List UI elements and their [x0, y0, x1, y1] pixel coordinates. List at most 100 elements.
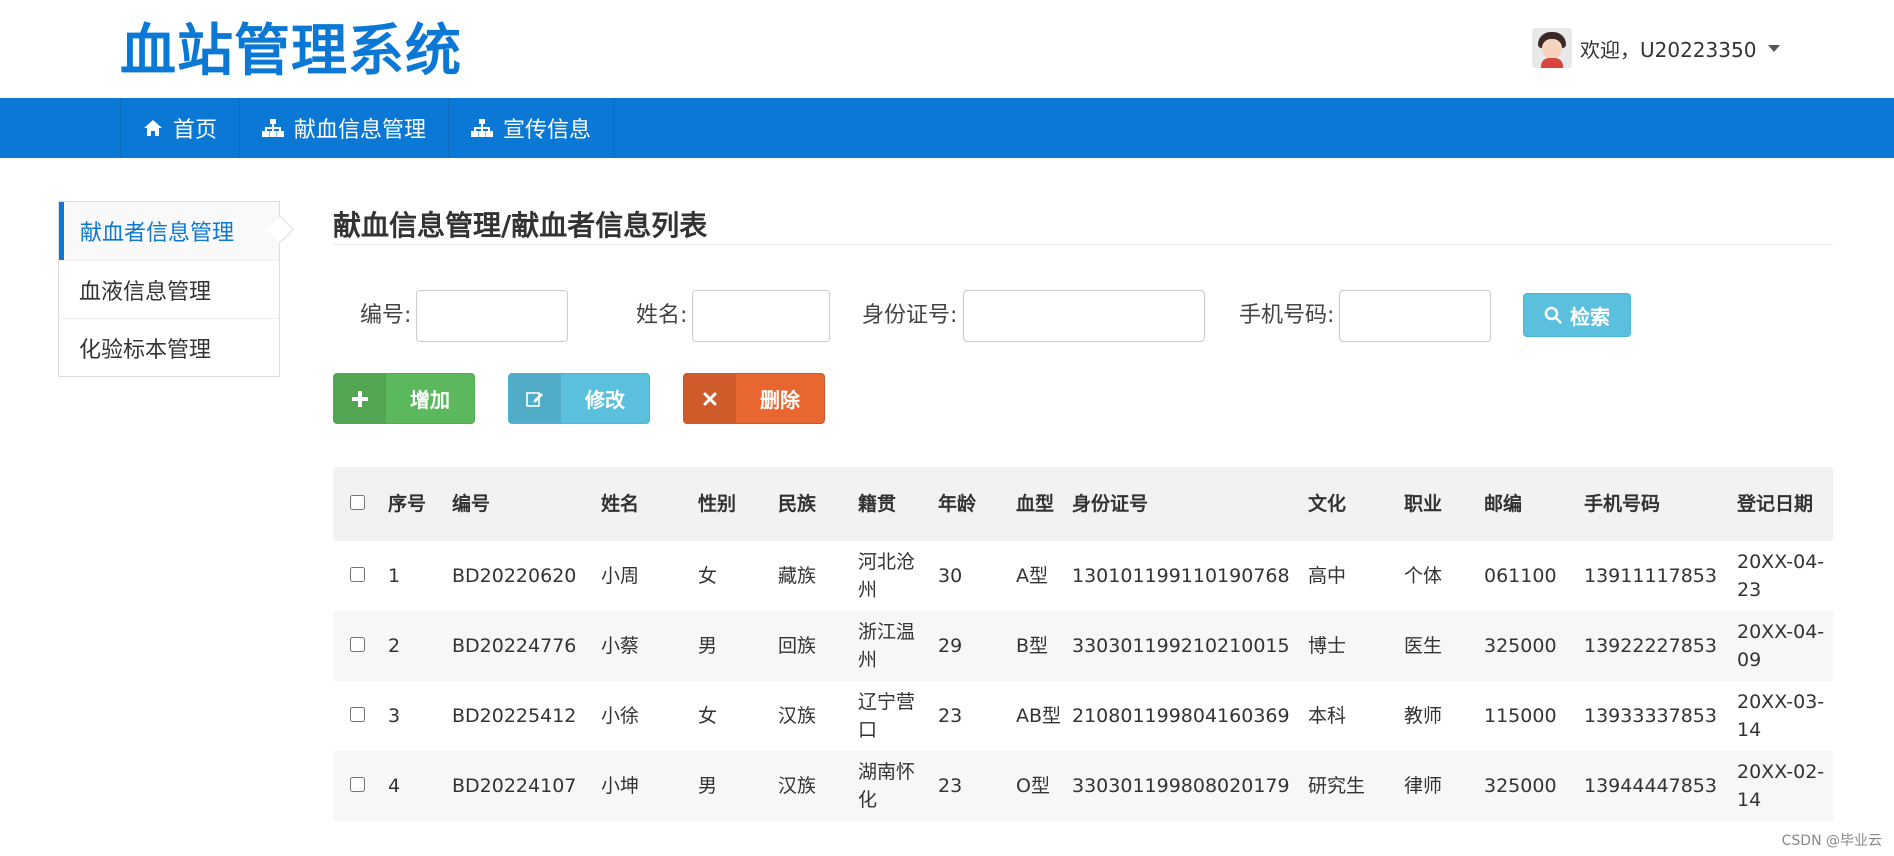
table-cell: 小坤: [601, 775, 640, 797]
table-cell: 330301199808020179: [1072, 775, 1290, 797]
table-cell: AB型: [1016, 705, 1062, 727]
table-cell: 汉族: [778, 705, 817, 727]
nav-item-home[interactable]: 首页: [121, 98, 241, 158]
app-header: 血站管理系统 欢迎，U20223350: [0, 0, 1894, 98]
add-button[interactable]: 增加: [333, 373, 475, 424]
nav-item-donation[interactable]: 献血信息管理: [240, 98, 450, 158]
table-cell: 4: [388, 775, 401, 797]
table-cell: 13911117853: [1584, 565, 1717, 587]
search-button-label: 检索: [1570, 304, 1610, 329]
column-header: 血型: [1016, 493, 1055, 515]
table-row[interactable]: 4 BD20224107 小坤 男 汉族 湖南怀化 23 O型 33030119…: [333, 751, 1833, 821]
table-cell: 小周: [601, 565, 640, 587]
table-cell: 20XX-04-23: [1737, 551, 1825, 601]
edit-button-label: 修改: [585, 388, 625, 412]
table-cell: 男: [698, 775, 718, 797]
row-checkbox[interactable]: [350, 637, 365, 652]
table-cell: BD20225412: [452, 705, 577, 727]
page-title: 献血信息管理/献血者信息列表: [333, 209, 708, 242]
table-cell: 回族: [778, 635, 817, 657]
select-all-checkbox[interactable]: [350, 495, 365, 510]
table-header-row: 序号 编号 姓名 性别 民族 籍贯 年龄 血型 身份证号 文化 职业 邮编 手机…: [333, 467, 1833, 541]
table-cell: 男: [698, 635, 718, 657]
table-cell: O型: [1016, 775, 1050, 797]
nav-item-label: 献血信息管理: [294, 118, 427, 143]
table-cell: 个体: [1404, 565, 1443, 587]
table-cell: A型: [1016, 565, 1048, 587]
table-cell: B型: [1016, 635, 1049, 657]
edit-button[interactable]: 修改: [508, 373, 650, 424]
table-cell: 女: [698, 565, 718, 587]
table-cell: 研究生: [1308, 775, 1366, 797]
table-row[interactable]: 1 BD20220620 小周 女 藏族 河北沧州 30 A型 13010119…: [333, 541, 1833, 611]
table-cell: 教师: [1404, 705, 1443, 727]
search-icon: [1544, 306, 1562, 324]
table-cell: BD20220620: [452, 565, 577, 587]
watermark: CSDN @毕业云: [1781, 833, 1882, 849]
row-select-cell: [333, 751, 388, 821]
column-header: 姓名: [601, 493, 640, 515]
delete-button-label: 删除: [760, 388, 800, 412]
row-select-cell: [333, 541, 388, 611]
table-cell: 女: [698, 705, 718, 727]
title-divider: [333, 244, 1833, 245]
table-row[interactable]: 2 BD20224776 小蔡 男 回族 浙江温州 29 B型 33030119…: [333, 611, 1833, 681]
table-cell: 小徐: [601, 705, 640, 727]
column-header: 登记日期: [1737, 493, 1814, 515]
table-cell: 湖南怀化: [858, 761, 916, 811]
nav-item-label: 宣传信息: [503, 118, 592, 143]
nav-item-promotion[interactable]: 宣传信息: [449, 98, 615, 158]
row-checkbox[interactable]: [350, 567, 365, 582]
sidebar-item-donor-info[interactable]: 献血者信息管理: [59, 202, 279, 260]
name-label: 姓名:: [636, 303, 688, 328]
sidebar-item-lab-specimen[interactable]: 化验标本管理: [59, 318, 279, 376]
column-header: 职业: [1404, 493, 1443, 515]
table-cell: 115000: [1484, 705, 1557, 727]
table-cell: 3: [388, 705, 401, 727]
sidebar-item-blood-info[interactable]: 血液信息管理: [59, 260, 279, 318]
column-header: 编号: [452, 493, 491, 515]
table-cell: 2: [388, 635, 401, 657]
table-cell: 医生: [1404, 635, 1443, 657]
avatar: [1532, 28, 1572, 68]
table-row[interactable]: 3 BD20225412 小徐 女 汉族 辽宁营口 23 AB型 2108011…: [333, 681, 1833, 751]
column-header: 性别: [698, 493, 737, 515]
select-all-cell: [333, 467, 388, 541]
table-cell: 330301199210210015: [1072, 635, 1290, 657]
id-input[interactable]: [416, 290, 568, 342]
id-label: 编号:: [360, 303, 412, 328]
add-button-label: 增加: [410, 388, 450, 412]
table-cell: 23: [938, 775, 963, 797]
table-cell: 20XX-03-14: [1737, 691, 1825, 741]
table-cell: 1: [388, 565, 401, 587]
name-input[interactable]: [692, 290, 830, 342]
row-select-cell: [333, 681, 388, 751]
column-header: 序号: [388, 493, 427, 515]
row-checkbox[interactable]: [350, 707, 365, 722]
table-cell: 本科: [1308, 705, 1347, 727]
home-icon: [144, 120, 162, 136]
idcard-input[interactable]: [963, 290, 1205, 342]
close-icon: [684, 374, 736, 423]
table-cell: 小蔡: [601, 635, 640, 657]
delete-button[interactable]: 删除: [683, 373, 825, 424]
idcard-label: 身份证号:: [862, 303, 958, 328]
phone-input[interactable]: [1339, 290, 1491, 342]
column-header: 身份证号: [1072, 493, 1149, 515]
row-checkbox[interactable]: [350, 777, 365, 792]
chevron-down-icon: [1768, 44, 1781, 52]
phone-label: 手机号码:: [1239, 303, 1335, 328]
user-menu[interactable]: 欢迎，U20223350: [1532, 28, 1781, 68]
app-logo[interactable]: 血站管理系统: [120, 16, 462, 88]
column-header: 年龄: [938, 493, 977, 515]
column-header: 民族: [778, 493, 817, 515]
table-cell: 325000: [1484, 775, 1557, 797]
table-cell: 河北沧州: [858, 551, 916, 601]
sidebar: 献血者信息管理 血液信息管理 化验标本管理: [58, 201, 280, 377]
table-cell: 061100: [1484, 565, 1557, 587]
search-button[interactable]: 检索: [1523, 293, 1631, 337]
sitemap-icon: [262, 119, 285, 137]
table-cell: 325000: [1484, 635, 1557, 657]
user-greeting: 欢迎，U20223350: [1580, 37, 1757, 62]
table-cell: 13922227853: [1584, 635, 1717, 657]
